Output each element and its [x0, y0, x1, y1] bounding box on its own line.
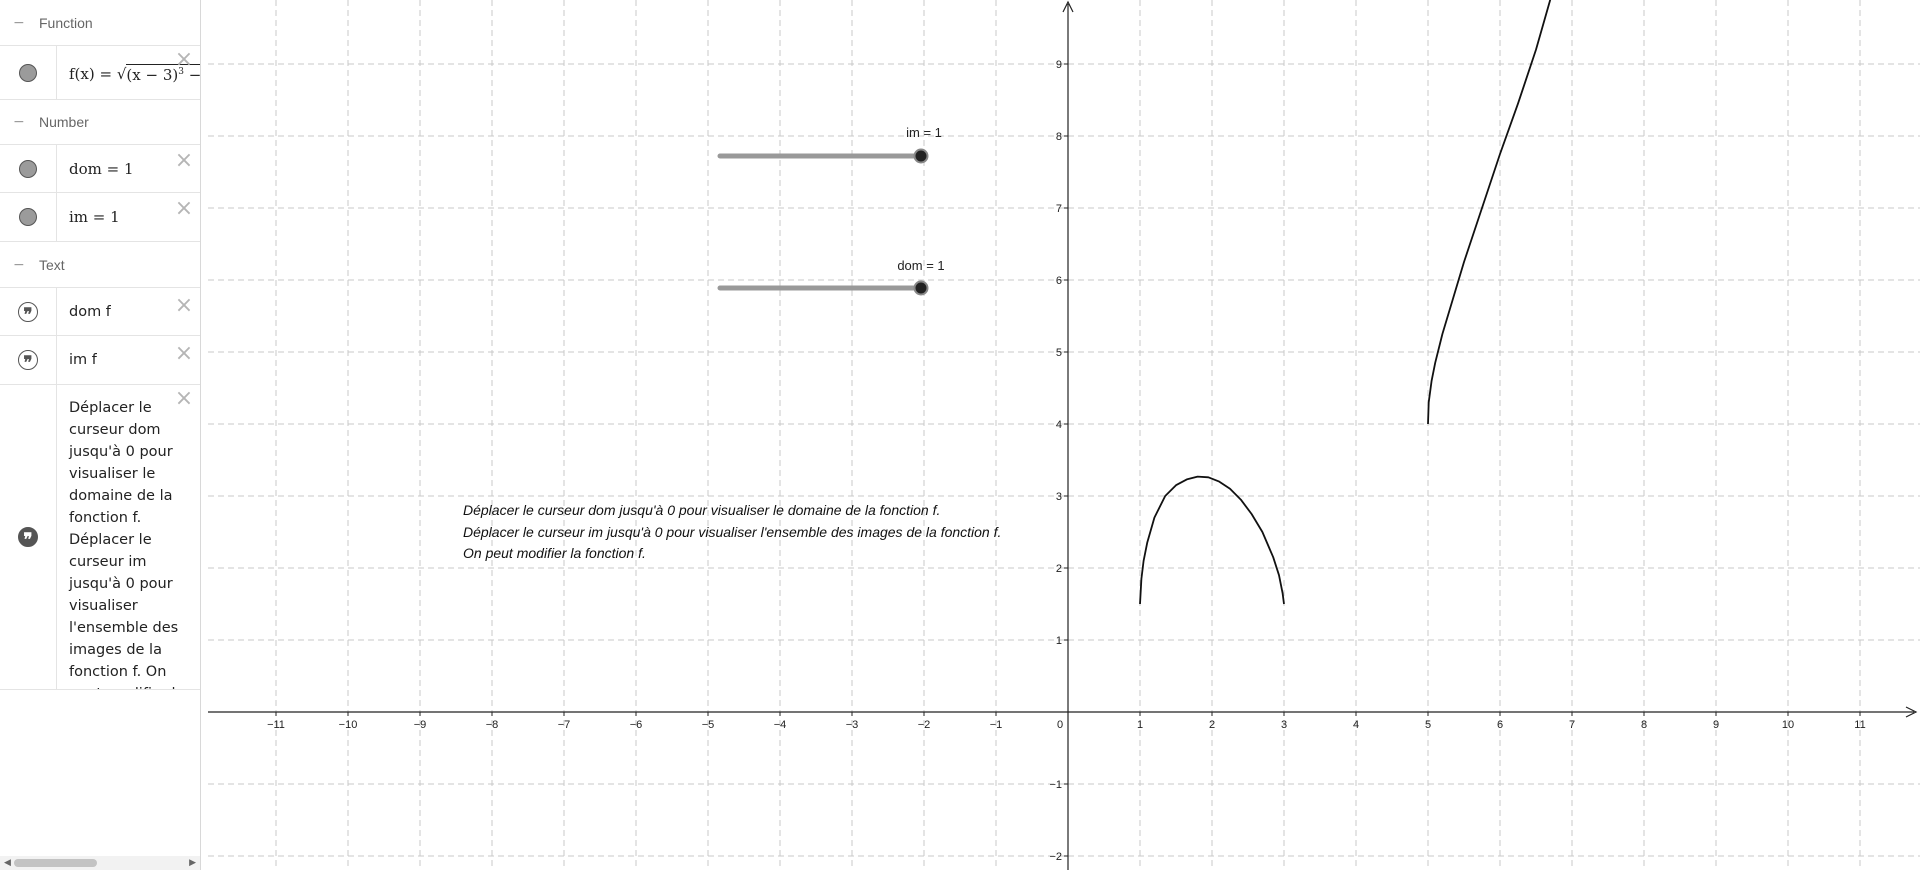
slider-dom-label: dom = 1 — [897, 258, 944, 273]
x-tick-label: −8 — [486, 719, 499, 731]
delete-icon[interactable]: × — [174, 150, 194, 172]
x-tick-label: −10 — [339, 719, 358, 731]
y-tick-label: 8 — [1056, 131, 1062, 143]
slider-im[interactable]: im = 1 — [717, 125, 942, 164]
y-tick-label: −1 — [1049, 779, 1062, 791]
x-tick-label: −6 — [630, 719, 643, 731]
graphics-view[interactable]: −11 −10 −9 −8 −7 −6 −5 −4 −3 −2 −1 0 1 2 3 4 5 6 7 8 9 10 11 −2… — [208, 0, 1920, 870]
delete-icon[interactable]: × — [174, 388, 194, 410]
slider-im-label: im = 1 — [906, 125, 942, 140]
slider-im-knob[interactable] — [913, 148, 929, 164]
instruction-line: Déplacer le curseur dom jusqu'à 0 pour v… — [463, 502, 941, 518]
x-tick-label: −4 — [774, 719, 787, 731]
text-im-f[interactable]: im f — [57, 336, 97, 384]
visibility-toggle-dom[interactable] — [19, 159, 37, 178]
x-tick-label: 11 — [1854, 719, 1865, 731]
x-tick-label: 8 — [1641, 719, 1647, 731]
algebra-row-im-f[interactable]: ❞ im f × — [0, 336, 200, 385]
x-tick-label: 3 — [1281, 719, 1287, 731]
x-tick-label: −2 — [918, 719, 931, 731]
x-tick-label: −11 — [267, 719, 285, 731]
slider-dom[interactable]: dom = 1 — [717, 258, 945, 296]
group-title-number: Number — [39, 114, 89, 130]
y-tick-label: 1 — [1056, 635, 1062, 647]
group-title-function: Function — [39, 14, 93, 31]
text-dom-f[interactable]: dom f — [57, 288, 111, 335]
y-tick-label: 9 — [1056, 59, 1062, 71]
collapse-icon[interactable]: − — [13, 115, 25, 129]
scroll-right-icon[interactable]: ▶ — [189, 856, 196, 870]
x-tick-label: 1 — [1137, 719, 1143, 731]
delete-icon[interactable]: × — [174, 295, 194, 317]
group-header-number[interactable]: − Number — [0, 100, 200, 145]
delete-icon[interactable]: × — [174, 198, 194, 220]
scroll-left-icon[interactable]: ◀ — [4, 856, 11, 870]
text-instructions[interactable]: Déplacer le curseur dom jusqu'à 0 pour v… — [57, 385, 200, 689]
visibility-toggle-f[interactable] — [19, 63, 37, 82]
x-tick-label: −9 — [414, 719, 427, 731]
im-value[interactable]: im = 1 — [57, 193, 120, 241]
group-header-function[interactable]: − Function — [0, 0, 200, 46]
quote-icon[interactable]: ❞ — [18, 527, 38, 549]
group-header-text[interactable]: − Text — [0, 242, 200, 288]
quote-icon[interactable]: ❞ — [18, 301, 38, 323]
x-tick-label: 0 — [1057, 719, 1063, 731]
y-tick-label: 5 — [1056, 347, 1062, 359]
x-tick-label: 2 — [1209, 719, 1215, 731]
delete-icon[interactable]: × — [174, 343, 194, 365]
x-tick-label: 5 — [1425, 719, 1431, 731]
algebra-row-instructions[interactable]: ❞ Déplacer le curseur dom jusqu'à 0 pour… — [0, 385, 200, 690]
tick-labels: −11 −10 −9 −8 −7 −6 −5 −4 −3 −2 −1 0 1 2 3 4 5 6 7 8 9 10 11−2… — [267, 59, 1866, 863]
function-graph-f[interactable] — [1139, 0, 1552, 605]
x-tick-label: 9 — [1713, 719, 1719, 731]
delete-icon[interactable]: × — [174, 49, 194, 71]
x-tick-label: −3 — [846, 719, 859, 731]
algebra-row-dom[interactable]: dom = 1 × — [0, 145, 200, 193]
group-title-text: Text — [39, 256, 65, 273]
instruction-line: Déplacer le curseur im jusqu'à 0 pour vi… — [463, 523, 1002, 540]
y-tick-label: 2 — [1056, 563, 1062, 575]
y-tick-label: 6 — [1056, 275, 1062, 287]
y-tick-label: 4 — [1056, 419, 1062, 431]
algebra-row-dom-f[interactable]: ❞ dom f × — [0, 288, 200, 336]
sqrt-icon: √ — [116, 64, 127, 83]
x-tick-label: −1 — [990, 719, 1003, 731]
x-tick-label: 4 — [1353, 719, 1359, 731]
dom-value[interactable]: dom = 1 — [57, 145, 134, 192]
slider-dom-knob[interactable] — [913, 280, 929, 296]
collapse-icon[interactable]: − — [13, 258, 25, 272]
grid — [208, 0, 1920, 870]
algebra-view: − Function f(x) = √(x − 3)3 − ... × − Nu… — [0, 0, 201, 870]
x-tick-label: −5 — [702, 719, 715, 731]
algebra-row-im[interactable]: im = 1 × — [0, 193, 200, 242]
instruction-line: On peut modifier la fonction f. — [463, 545, 646, 561]
algebra-row-function-f[interactable]: f(x) = √(x − 3)3 − ... × — [0, 46, 200, 100]
instructions-text[interactable]: Déplacer le curseur dom jusqu'à 0 pour v… — [463, 500, 1001, 565]
axes — [208, 0, 1918, 870]
y-tick-label: 7 — [1056, 203, 1062, 215]
y-tick-label: 3 — [1056, 491, 1062, 503]
y-tick-label: −2 — [1049, 851, 1062, 863]
x-tick-label: 7 — [1569, 719, 1575, 731]
x-tick-label: −7 — [558, 719, 571, 731]
x-tick-label: 10 — [1782, 719, 1794, 731]
x-tick-label: 6 — [1497, 719, 1503, 731]
coordinate-plane[interactable]: −11 −10 −9 −8 −7 −6 −5 −4 −3 −2 −1 0 1 2 3 4 5 6 7 8 9 10 11−2… — [208, 0, 1920, 870]
collapse-icon[interactable]: − — [13, 16, 25, 30]
horizontal-scrollbar[interactable]: ◀ ▶ — [0, 856, 200, 870]
visibility-toggle-im[interactable] — [19, 208, 37, 226]
scrollbar-thumb[interactable] — [14, 859, 97, 867]
quote-icon[interactable]: ❞ — [18, 350, 38, 372]
